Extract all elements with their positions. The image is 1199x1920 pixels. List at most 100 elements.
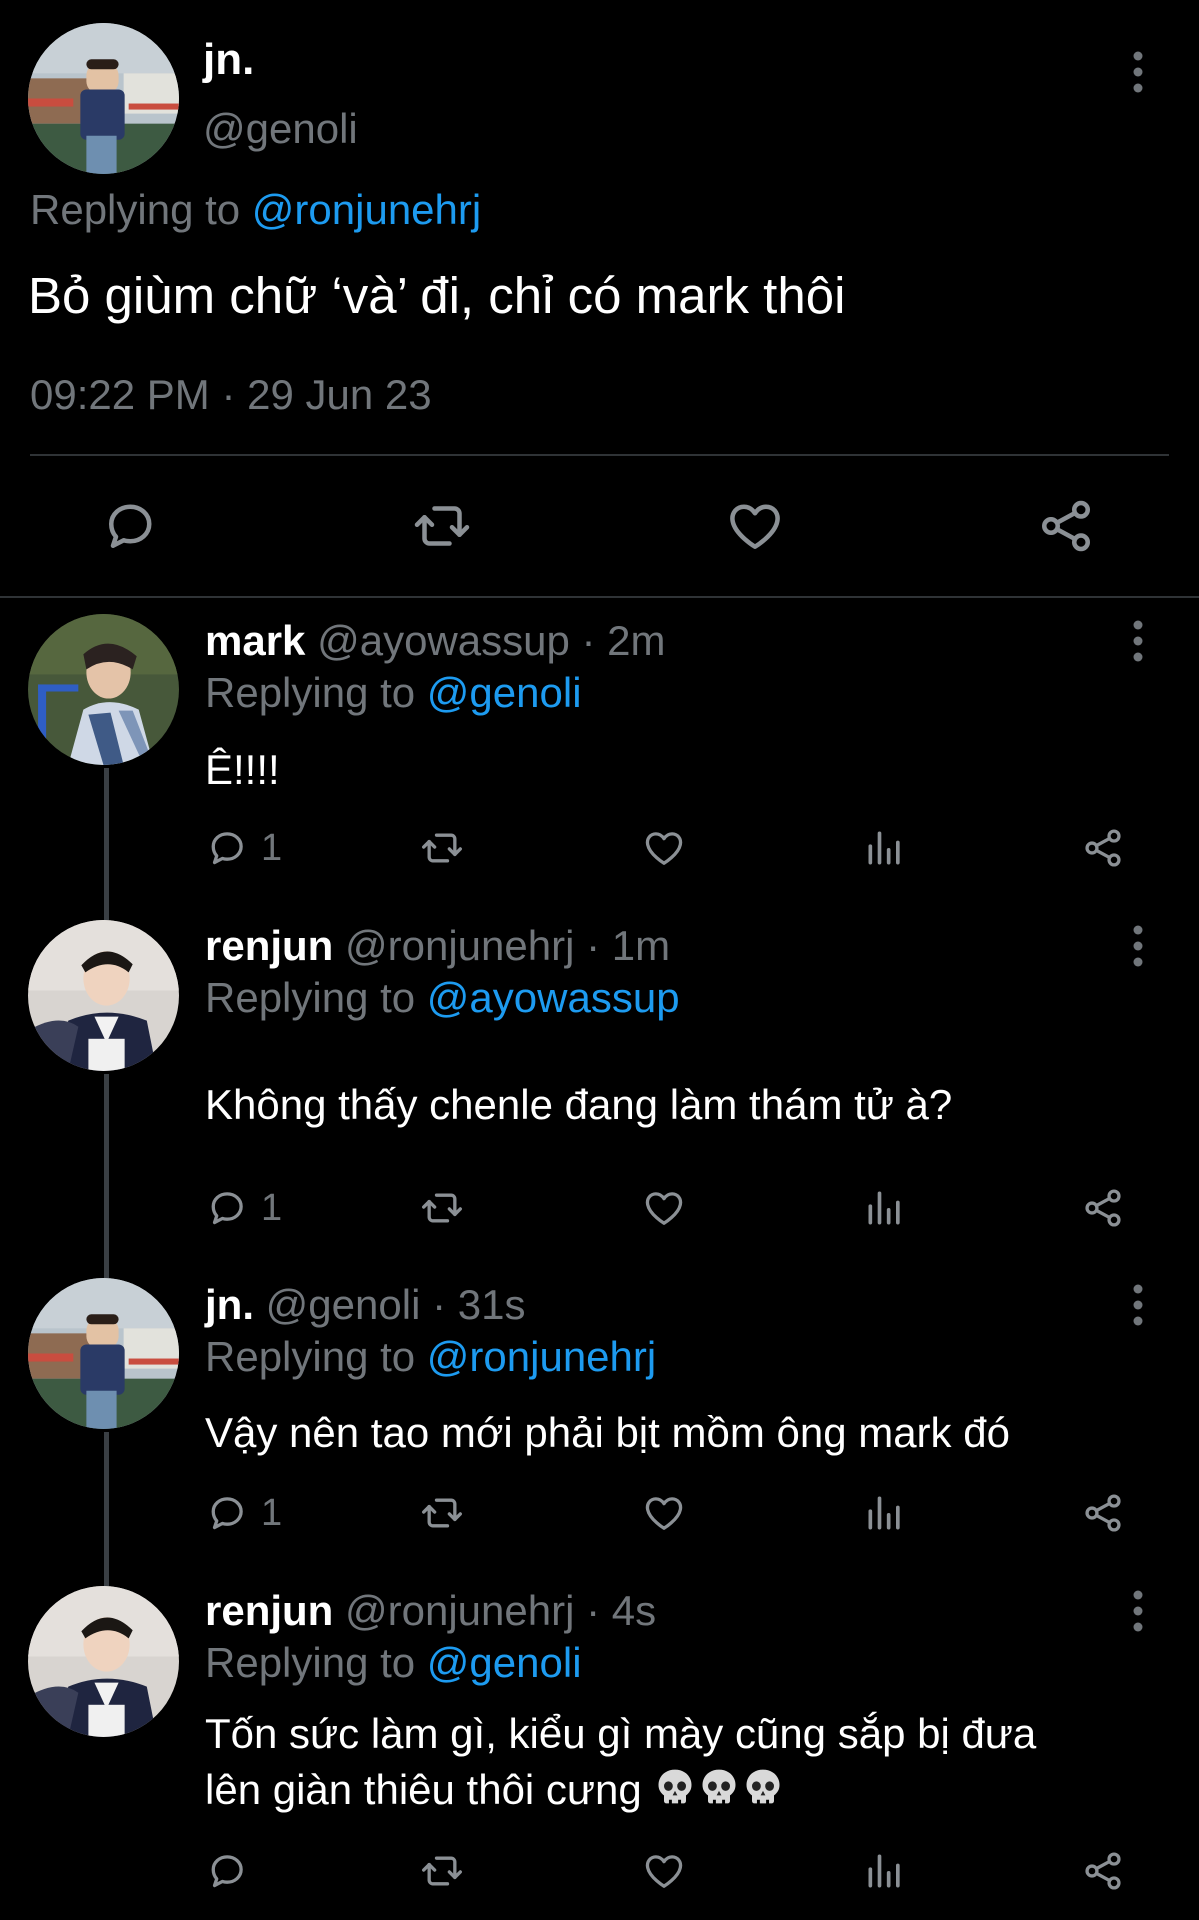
like-icon [642,1186,686,1230]
skull-emoji [697,1766,741,1810]
replying-to: Replying to @ronjunehrj [205,1333,657,1380]
reply-icon [205,1186,249,1230]
replying-to: Replying to @ayowassup [205,974,680,1021]
avatar[interactable] [28,920,179,1071]
author-name[interactable]: renjun [205,922,333,969]
retweet-button[interactable] [420,1488,464,1538]
reply-header: mark @ayowassup · 2m [205,616,666,666]
replying-to-link[interactable]: @ronjunehrj [427,1333,656,1380]
more-options-icon[interactable] [1128,619,1148,663]
retweet-button[interactable] [420,1183,464,1233]
thread-line [104,768,109,920]
views-icon [863,1491,907,1535]
reply-icon[interactable] [100,496,160,556]
retweet-icon[interactable] [412,496,472,556]
replying-to-link[interactable]: @ronjunehrj [252,186,481,233]
tweet-timestamp[interactable]: 09:22 PM · 29 Jun 23 [30,370,432,420]
thread-line [104,1074,109,1278]
share-button[interactable] [1081,1183,1125,1233]
reply-button[interactable]: 1 [205,823,282,873]
reply-button[interactable] [205,1846,261,1896]
like-button[interactable] [642,1488,686,1538]
like-button[interactable] [642,823,686,873]
avatar[interactable] [28,1278,179,1429]
retweet-icon [420,1849,464,1893]
author-name[interactable]: mark [205,617,305,664]
share-icon [1081,826,1125,870]
replying-to: Replying to @genoli [205,669,582,716]
action-bar: 1 [205,1488,1130,1538]
like-button[interactable] [642,1183,686,1233]
divider [0,596,1199,598]
reply-text: Không thấy chenle đang làm thám tử à? [205,1081,953,1128]
reply-header: renjun @ronjunehrj · 1m [205,921,670,971]
avatar[interactable] [28,614,179,765]
views-button[interactable] [863,823,907,873]
replying-to: Replying to @genoli [205,1639,582,1686]
avatar[interactable] [28,1586,179,1737]
views-button[interactable] [863,1488,907,1538]
share-icon [1081,1849,1125,1893]
like-icon [642,826,686,870]
more-options-icon[interactable] [1128,1589,1148,1633]
author-name[interactable]: jn. [203,34,254,86]
action-bar: 1 [205,823,1130,873]
reply-count: 1 [261,827,283,869]
author-handle-time[interactable]: @genoli · 31s [266,1281,526,1328]
reply-text-line: lên giàn thiêu thôi cưng [205,1762,785,1818]
more-options-icon[interactable] [1128,1283,1148,1327]
like-icon [642,1491,686,1535]
more-options-icon[interactable] [1128,924,1148,968]
reply-count: 1 [261,1492,283,1534]
reply-button[interactable]: 1 [205,1183,282,1233]
like-icon[interactable] [725,496,785,556]
reply-button[interactable]: 1 [205,1488,282,1538]
share-button[interactable] [1081,823,1125,873]
tweet-text: Bỏ giùm chữ ‘và’ đi, chỉ có mark thôi [28,267,846,324]
like-icon [642,1849,686,1893]
views-button[interactable] [863,1846,907,1896]
views-icon [863,826,907,870]
retweet-button[interactable] [420,1846,464,1896]
thread-line [104,1432,109,1586]
share-icon[interactable] [1036,496,1096,556]
reply-text: Ê!!!! [205,746,280,793]
skull-emoji [653,1766,697,1810]
share-button[interactable] [1081,1846,1125,1896]
reply-text: Vậy nên tao mới phải bịt mồm ông mark đó [205,1409,1010,1456]
replying-to: Replying to @ronjunehrj [30,186,482,233]
share-icon [1081,1491,1125,1535]
retweet-icon [420,826,464,870]
action-bar: 1 [205,1183,1130,1233]
reply-icon [205,1491,249,1535]
reply-header: jn. @genoli · 31s [205,1280,525,1330]
reply-text-line: Tốn sức làm gì, kiểu gì mày cũng sắp bị … [205,1710,1037,1757]
author-handle-time[interactable]: @ronjunehrj · 1m [345,922,670,969]
author-handle[interactable]: @genoli [203,104,358,154]
divider [30,454,1169,456]
reply-icon [205,1849,249,1893]
retweet-icon [420,1491,464,1535]
reply-header: renjun @ronjunehrj · 4s [205,1586,656,1636]
author-handle-time[interactable]: @ronjunehrj · 4s [345,1587,656,1634]
views-button[interactable] [863,1183,907,1233]
reply-icon [205,826,249,870]
retweet-button[interactable] [420,823,464,873]
author-name[interactable]: renjun [205,1587,333,1634]
share-icon [1081,1186,1125,1230]
share-button[interactable] [1081,1488,1125,1538]
action-bar [205,1846,1130,1896]
replying-to-link[interactable]: @ayowassup [427,974,680,1021]
reply-count: 1 [261,1187,283,1229]
views-icon [863,1849,907,1893]
author-name[interactable]: jn. [205,1281,254,1328]
avatar[interactable] [28,23,179,174]
replying-to-link[interactable]: @genoli [427,1639,582,1686]
more-options-icon[interactable] [1128,50,1148,94]
replying-to-link[interactable]: @genoli [427,669,582,716]
like-button[interactable] [642,1846,686,1896]
retweet-icon [420,1186,464,1230]
skull-emoji [741,1766,785,1810]
views-icon [863,1186,907,1230]
author-handle-time[interactable]: @ayowassup · 2m [317,617,665,664]
